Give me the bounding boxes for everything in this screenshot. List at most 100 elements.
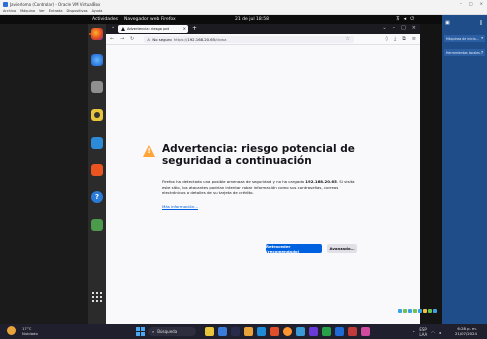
shared-folder-icon[interactable] (423, 309, 427, 313)
minimize-icon[interactable]: – (460, 1, 462, 6)
lock-warning-icon[interactable]: ⚠ (147, 37, 150, 42)
network-icon: ⊼ (396, 16, 400, 22)
thunderbird-icon[interactable] (91, 54, 103, 66)
side-item-label: Máquinas de inicio… (446, 36, 479, 41)
extensions-icon[interactable]: ⧉ (402, 36, 406, 42)
pause-icon[interactable]: ∥ (480, 20, 483, 26)
system-tray: ⌃ ESP LAA ◠ ◂ (412, 327, 441, 337)
app-icon-12[interactable] (348, 327, 357, 336)
chevron-down-icon[interactable]: ⌄ (382, 25, 386, 31)
firefox-window: ⌄ Advertencia: riesgo pot × + ⌄ – □ × ← … (106, 24, 420, 324)
rhythmbox-icon[interactable] (91, 109, 103, 121)
files-icon[interactable] (91, 81, 103, 93)
usb-icon[interactable] (418, 309, 422, 313)
learn-more-link[interactable]: Más información… (162, 204, 198, 209)
app-icon-9[interactable] (309, 327, 318, 336)
weather-icon[interactable] (7, 326, 16, 335)
advanced-button[interactable]: Avanzado… (327, 244, 357, 253)
chevron-down-icon: ▾ (481, 50, 483, 54)
speaker-icon[interactable]: ◂ (439, 330, 441, 335)
network-status-icon[interactable] (413, 309, 417, 313)
trash-icon[interactable] (91, 219, 103, 231)
close-icon[interactable]: × (412, 25, 416, 31)
close-icon[interactable]: × (480, 1, 483, 6)
recording-icon[interactable] (433, 309, 437, 313)
app-icon-6[interactable] (270, 327, 279, 336)
bookmark-star-icon[interactable]: ☆ (346, 36, 350, 42)
firefox-taskbar-icon[interactable] (283, 327, 292, 336)
vm-screen: Actividades Navegador web Firefox 21 de … (0, 15, 442, 324)
writer-icon[interactable] (91, 137, 103, 149)
url-protocol: https:// (173, 37, 188, 42)
app-icon-2[interactable] (218, 327, 227, 336)
optical-icon[interactable] (403, 309, 407, 313)
menu-ver[interactable]: Ver (39, 9, 45, 13)
app-icon-8[interactable] (296, 327, 305, 336)
back-icon[interactable]: ← (110, 36, 114, 42)
wifi-icon[interactable]: ◠ (431, 330, 435, 335)
app-icon-3[interactable] (231, 327, 240, 336)
gnome-system-tray[interactable]: ⊼ ◂ ⏻ (396, 16, 414, 22)
firefox-tabbar: ⌄ Advertencia: riesgo pot × + ⌄ – □ × (106, 24, 420, 34)
new-tab-button[interactable]: + (192, 25, 197, 32)
host-window-title: Javierloma (Controlar) - Oracle VM Virtu… (10, 1, 101, 7)
go-back-button[interactable]: Retroceder (recomendado) (266, 244, 322, 254)
app-icon-1[interactable] (205, 327, 214, 336)
folder-icon[interactable] (244, 327, 253, 336)
virtualbox-side-panel: ▣ ∥ Máquinas de inicio… ▾ Herramientas l… (442, 15, 487, 324)
tab-close-icon[interactable]: × (183, 26, 186, 31)
taskbar-search[interactable]: ⌕ Búsqueda (148, 327, 196, 336)
monitor-icon[interactable]: ▣ (445, 20, 450, 26)
tab-warning[interactable]: Advertencia: riesgo pot × (118, 25, 188, 33)
pocket-icon[interactable]: ◊ (386, 36, 388, 42)
ubuntu-dock: ? (88, 24, 106, 324)
tab-list-icon[interactable]: ⌄ (111, 24, 115, 30)
app-menu[interactable]: Navegador web Firefox (124, 17, 176, 22)
firefox-icon[interactable] (91, 28, 103, 40)
url-bar[interactable]: ⚠ No seguro https://192.168.20.65/dvwa ☆ (144, 36, 354, 43)
menu-icon[interactable]: ≡ (412, 36, 416, 42)
windows-taskbar: 17°C Nublado ⌕ Búsqueda ⌃ ESP LAA ◠ ◂ 6:2… (0, 324, 487, 339)
virtualbox-icon (3, 1, 8, 7)
hdd-icon[interactable] (398, 309, 402, 313)
maximize-icon[interactable]: □ (469, 1, 473, 6)
side-item-0[interactable]: Máquinas de inicio… ▾ (444, 35, 485, 42)
weather-widget[interactable]: 17°C Nublado (22, 326, 38, 336)
menu-entrada[interactable]: Entrada (49, 9, 63, 13)
downloads-icon[interactable]: ⤓ (394, 36, 396, 42)
windows-start-icon[interactable] (136, 327, 145, 336)
chevron-up-icon[interactable]: ⌃ (412, 330, 415, 335)
display-icon[interactable] (428, 309, 432, 313)
app-icon-10[interactable] (322, 327, 331, 336)
menu-archivo[interactable]: Archivo (3, 9, 16, 13)
app-icon-13[interactable] (361, 327, 370, 336)
taskbar-clock[interactable]: 6:28 p. m. 21/07/2024 (455, 326, 477, 336)
menu-ayuda[interactable]: Ayuda (92, 9, 103, 13)
not-secure-label: No seguro (152, 37, 172, 42)
url-text: https://192.168.20.65/dvwa (174, 37, 227, 42)
chevron-down-icon: ▾ (481, 36, 483, 40)
app-icon-11[interactable] (335, 327, 344, 336)
minimize-icon[interactable]: – (393, 25, 396, 31)
power-icon: ⏻ (410, 16, 415, 22)
warning-icon (121, 27, 125, 31)
software-icon[interactable] (91, 164, 103, 176)
language-indicator[interactable]: ESP LAA (419, 327, 427, 337)
show-apps-icon[interactable] (92, 292, 102, 302)
activities-button[interactable]: Actividades (92, 17, 118, 22)
reload-icon[interactable]: ↻ (130, 36, 134, 42)
gnome-topbar: Actividades Navegador web Firefox 21 de … (0, 15, 442, 24)
app-icon-5[interactable] (257, 327, 266, 336)
menu-maquina[interactable]: Máquina (20, 9, 35, 13)
gnome-clock[interactable]: 21 de jul 18:58 (235, 17, 269, 22)
url-path: /dvwa (215, 37, 227, 42)
url-host: 192.168.20.65 (187, 37, 216, 42)
audio-icon[interactable] (408, 309, 412, 313)
help-icon[interactable]: ? (91, 191, 103, 203)
maximize-icon[interactable]: □ (401, 25, 406, 31)
side-item-1[interactable]: Herramientas locales… ▾ (444, 49, 485, 56)
forward-icon[interactable]: → (120, 36, 124, 42)
host-window-controls: – □ × (460, 1, 483, 6)
date: 21/07/2024 (455, 331, 477, 336)
menu-dispositivos[interactable]: Dispositivos (67, 9, 88, 13)
